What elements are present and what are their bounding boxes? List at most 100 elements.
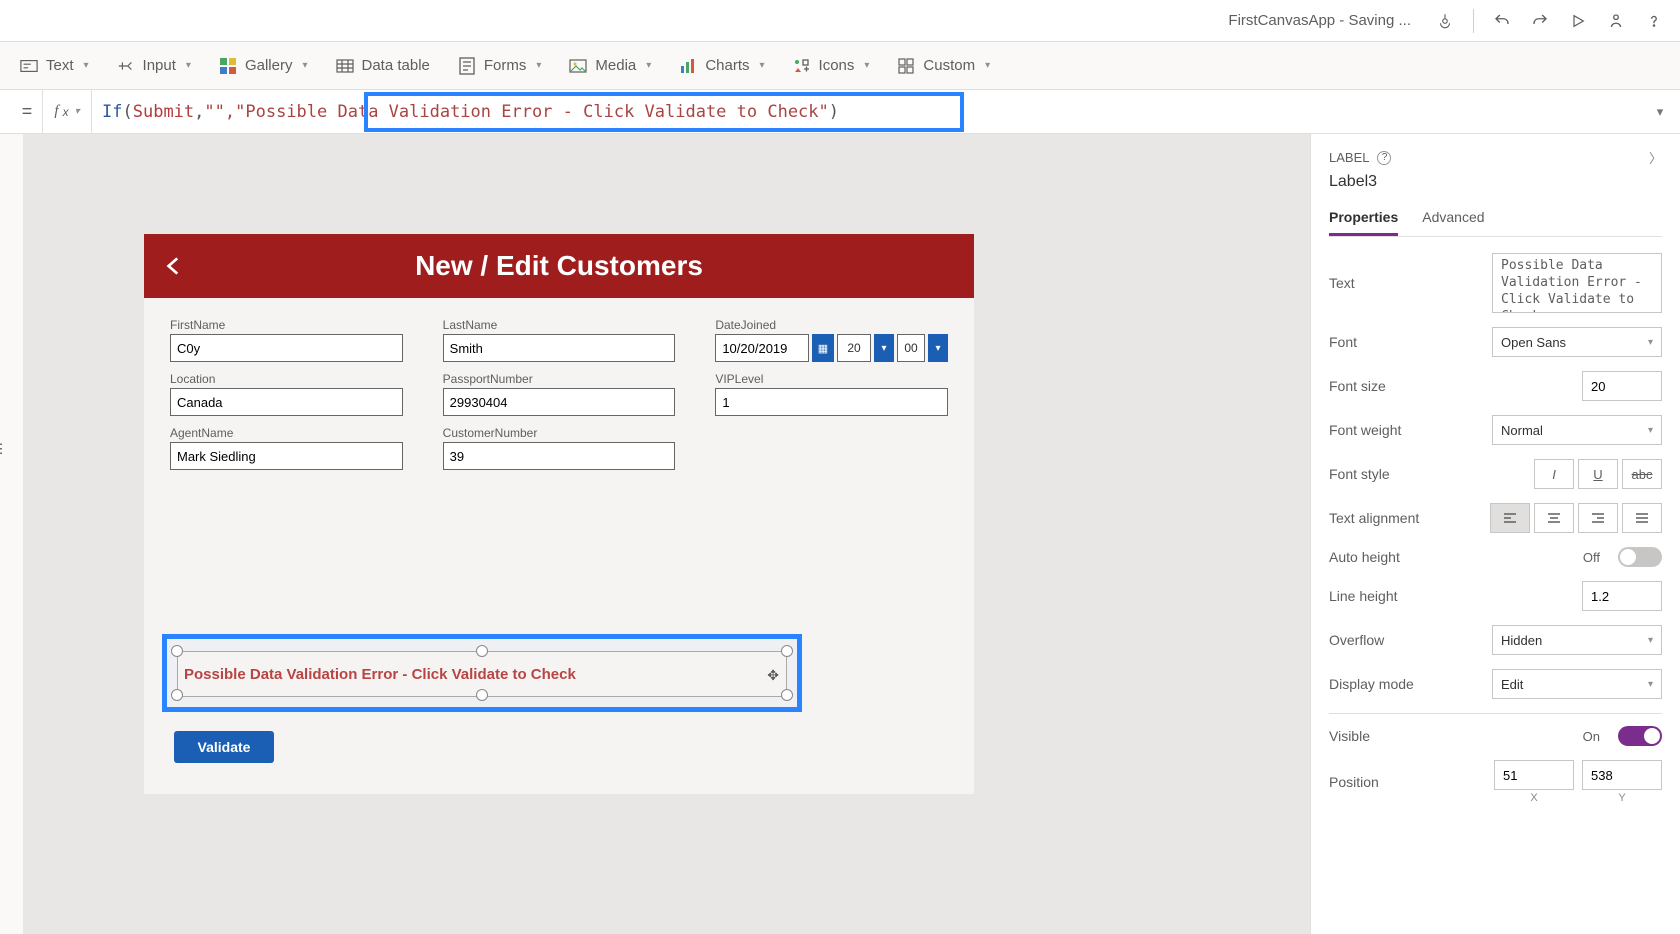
prop-fontsize-input[interactable] [1582, 371, 1662, 401]
help-icon[interactable]: ? [1377, 151, 1391, 165]
prop-fontweight-label: Font weight [1329, 422, 1480, 438]
chevron-down-icon: ▾ [760, 60, 765, 71]
datejoined-input[interactable] [715, 334, 809, 362]
undo-icon[interactable] [1492, 11, 1512, 31]
custnum-input[interactable] [443, 442, 676, 470]
align-center-button[interactable] [1534, 503, 1574, 533]
formula-token-fn: If [102, 102, 122, 122]
formula-token-str: "Possible Data Validation Error - Click … [235, 102, 829, 122]
property-selector[interactable]: = [12, 101, 42, 122]
resize-handle[interactable] [781, 689, 793, 701]
title-bar: FirstCanvasApp - Saving ... [0, 0, 1680, 42]
redo-icon[interactable] [1530, 11, 1550, 31]
gallery-icon [219, 57, 237, 75]
chevron-down-icon[interactable]: ▾ [874, 334, 894, 362]
tab-properties[interactable]: Properties [1329, 209, 1398, 236]
field-location: Location [170, 372, 403, 416]
vip-input[interactable] [715, 388, 948, 416]
resize-handle[interactable] [171, 645, 183, 657]
align-right-button[interactable] [1578, 503, 1618, 533]
ribbon-forms[interactable]: Forms▾ [458, 57, 542, 75]
ribbon-gallery[interactable]: Gallery▾ [219, 57, 308, 75]
field-agent: AgentName [170, 426, 403, 470]
location-input[interactable] [170, 388, 403, 416]
prop-fontsize-label: Font size [1329, 378, 1570, 394]
prop-font-label: Font [1329, 334, 1480, 350]
input-icon [117, 57, 135, 75]
italic-button[interactable]: I [1534, 459, 1574, 489]
resize-handle[interactable] [171, 689, 183, 701]
expand-formula-icon[interactable]: ▾ [1640, 104, 1680, 120]
prop-displaymode-select[interactable]: Edit▾ [1492, 669, 1662, 699]
resize-handle[interactable] [781, 645, 793, 657]
chevron-right-icon[interactable]: 〉 [1649, 148, 1662, 167]
field-firstname: FirstName [170, 318, 403, 362]
tab-advanced[interactable]: Advanced [1422, 209, 1484, 236]
prop-visible-label: Visible [1329, 728, 1571, 744]
screen-header: New / Edit Customers [144, 234, 974, 298]
prop-text-label: Text [1329, 275, 1480, 291]
align-justify-button[interactable] [1622, 503, 1662, 533]
prop-position-y-input[interactable] [1582, 760, 1662, 790]
main-area: ⋮ New / Edit Customers FirstName LastNam… [0, 134, 1680, 934]
ribbon-input[interactable]: Input▾ [117, 57, 191, 75]
align-left-button[interactable] [1490, 503, 1530, 533]
prop-text-input[interactable]: Possible Data Validation Error - Click V… [1492, 253, 1662, 313]
validate-button[interactable]: Validate [174, 731, 274, 763]
lastname-input[interactable] [443, 334, 676, 362]
underline-button[interactable]: U [1578, 459, 1618, 489]
prop-overflow-select[interactable]: Hidden▾ [1492, 625, 1662, 655]
field-label: VIPLevel [715, 372, 948, 386]
share-icon[interactable] [1606, 11, 1626, 31]
control-type: LABEL [1329, 150, 1369, 165]
agent-input[interactable] [170, 442, 403, 470]
form-grid: FirstName LastName DateJoined ▦ 20 ▾ 00 [144, 298, 974, 490]
app-canvas[interactable]: New / Edit Customers FirstName LastName … [144, 234, 974, 794]
screen-title: New / Edit Customers [204, 250, 974, 282]
prop-font-select[interactable]: Open Sans▾ [1492, 327, 1662, 357]
prop-position-x-input[interactable] [1494, 760, 1574, 790]
ribbon-custom[interactable]: Custom▾ [897, 57, 990, 75]
passport-input[interactable] [443, 388, 676, 416]
props-tabs: Properties Advanced [1329, 209, 1662, 237]
icons-icon [793, 57, 811, 75]
hour-select[interactable]: 20 [837, 334, 871, 362]
ribbon-media[interactable]: Media▾ [569, 57, 651, 75]
prop-lineheight-input[interactable] [1582, 581, 1662, 611]
fx-button[interactable]: fx▾ [42, 90, 92, 133]
firstname-input[interactable] [170, 334, 403, 362]
prop-alignment-label: Text alignment [1329, 510, 1478, 526]
help-icon[interactable] [1644, 11, 1664, 31]
strikethrough-button[interactable]: abc [1622, 459, 1662, 489]
ribbon-icons[interactable]: Icons▾ [793, 57, 870, 75]
formula-input[interactable]: If(Submit, "", "Possible Data Validation… [92, 90, 1640, 133]
app-checker-icon[interactable] [1435, 11, 1455, 31]
prop-fontweight-select[interactable]: Normal▾ [1492, 415, 1662, 445]
chevron-down-icon: ▾ [75, 106, 80, 117]
calendar-icon[interactable]: ▦ [812, 334, 834, 362]
resize-handle[interactable] [476, 689, 488, 701]
collapse-handle-icon[interactable]: ⋮ [0, 424, 6, 474]
prop-position-label: Position [1329, 774, 1482, 790]
field-passport: PassportNumber [443, 372, 676, 416]
media-icon [569, 57, 587, 75]
ribbon-text[interactable]: Text▾ [20, 57, 89, 75]
minute-select[interactable]: 00 [897, 334, 925, 362]
left-gutter: ⋮ [0, 134, 24, 934]
prop-visible-toggle[interactable] [1618, 726, 1662, 746]
back-icon[interactable] [144, 253, 204, 279]
custom-icon [897, 57, 915, 75]
resize-handle[interactable] [476, 645, 488, 657]
ribbon-data-table[interactable]: Data table [336, 57, 430, 75]
chevron-down-icon: ▾ [536, 60, 541, 71]
prop-displaymode-label: Display mode [1329, 676, 1480, 692]
formula-token-arg: Submit [133, 102, 194, 122]
play-icon[interactable] [1568, 11, 1588, 31]
chevron-down-icon[interactable]: ▾ [928, 334, 948, 362]
move-icon[interactable]: ✥ [767, 667, 779, 684]
ribbon-charts[interactable]: Charts▾ [679, 57, 764, 75]
prop-autoheight-toggle[interactable] [1618, 547, 1662, 567]
prop-autoheight-label: Auto height [1329, 549, 1571, 565]
table-icon [336, 57, 354, 75]
label-icon [20, 57, 38, 75]
